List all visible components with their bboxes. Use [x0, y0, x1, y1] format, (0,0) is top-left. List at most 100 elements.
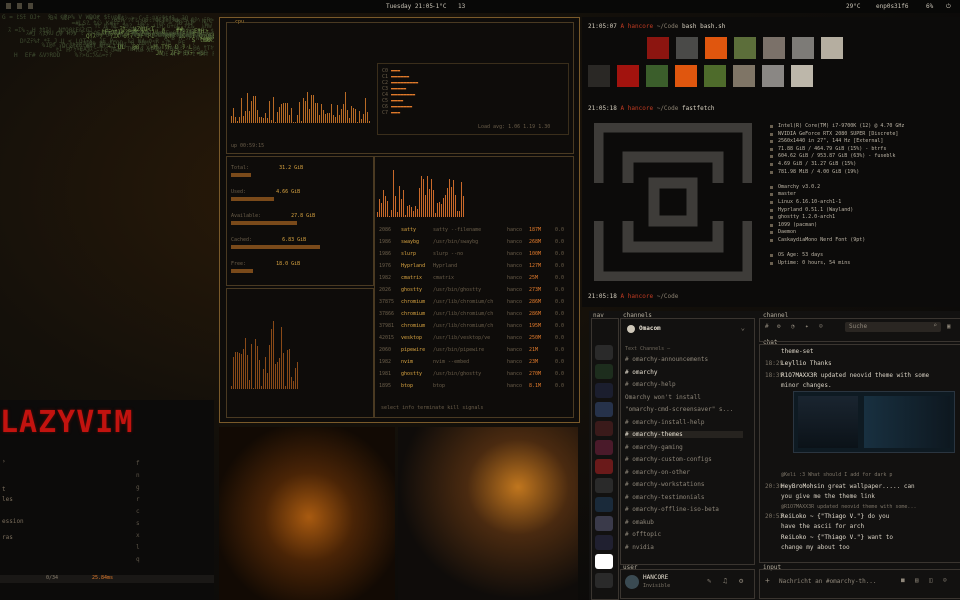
- menu-item[interactable]: les: [2, 496, 13, 506]
- inbox-icon[interactable]: ▣: [947, 323, 951, 330]
- graph-bar: [367, 112, 368, 123]
- server-icon[interactable]: [595, 554, 613, 569]
- channel-item[interactable]: # omarchy-help: [625, 381, 676, 388]
- chat-message[interactable]: minor changes.: [765, 382, 832, 389]
- graph-bar: [241, 98, 242, 123]
- graph-bar: [235, 352, 236, 389]
- members-icon[interactable]: ☺: [819, 323, 823, 330]
- server-icon[interactable]: [595, 421, 613, 436]
- server-icon[interactable]: [595, 364, 613, 379]
- chat-message[interactable]: have the ascii for arch: [765, 523, 864, 530]
- chat-message[interactable]: change my about too: [765, 544, 850, 551]
- gif-icon[interactable]: ▤: [915, 577, 919, 584]
- chat-message[interactable]: 20:30HeyBroMohsin great wallpaper..... c…: [765, 483, 915, 490]
- threads-icon[interactable]: #: [765, 323, 769, 330]
- channel-item[interactable]: # omarchy: [625, 369, 658, 376]
- menu-item[interactable]: t: [2, 486, 6, 496]
- channel-item[interactable]: # omarchy-offline-iso-beta: [625, 506, 719, 513]
- user-panel[interactable]: HANCORE Invisible ✎ ♫ ⚙: [625, 573, 749, 595]
- sticker-icon[interactable]: ◫: [929, 577, 933, 584]
- server-header[interactable]: Omacom ⌄: [625, 324, 749, 336]
- bell-icon[interactable]: ◔: [791, 323, 795, 330]
- matrix-column: A B H ﾂP N GｳW ﾆ ﾍ ｵZ ﾜ ｷ: [164, 35, 214, 42]
- chat-message[interactable]: 18:39R1O7MAXX3R updated neovid theme wit…: [765, 372, 929, 379]
- server-icon[interactable]: [595, 459, 613, 474]
- chevron-down-icon[interactable]: ⌄: [741, 324, 745, 332]
- memory-row: Free: 18.0 GiB: [231, 261, 301, 267]
- channel-item[interactable]: "omarchy-cmd-screensaver" s...: [625, 406, 733, 413]
- channel-item[interactable]: # omarchy-custom-configs: [625, 456, 712, 463]
- search-input[interactable]: Suche ⌕: [845, 322, 941, 332]
- settings-icon[interactable]: ⚙: [777, 323, 781, 330]
- server-icon[interactable]: [595, 516, 613, 531]
- server-icon[interactable]: [595, 402, 613, 417]
- cmatrix-terminal[interactable]: G = ﾋSﾓ OJ+ ﾀ ｽ ﾊR % V WDO* $ﾓ E ｽ =ｴ% H …: [0, 13, 214, 393]
- gift-icon[interactable]: ■: [901, 577, 905, 584]
- channel-item[interactable]: # omakub: [625, 519, 654, 526]
- server-icon[interactable]: [595, 478, 613, 493]
- mute-icon[interactable]: ✎: [707, 577, 711, 585]
- chat-message[interactable]: @Keli :3 What should I add for dark p: [765, 471, 892, 478]
- power-icon[interactable]: ⏻: [946, 3, 951, 11]
- channel-item[interactable]: # offtopic: [625, 531, 661, 538]
- server-icon[interactable]: [595, 383, 613, 398]
- avatar[interactable]: [625, 575, 639, 589]
- discord-client[interactable]: nav channels channel chat input user Oma…: [589, 311, 960, 600]
- channel-item[interactable]: Omarchy won't install: [625, 394, 701, 401]
- chat-message[interactable]: you give me the theme link: [765, 493, 875, 500]
- graph-bar: [273, 97, 274, 123]
- server-icon[interactable]: [595, 535, 613, 550]
- graph-bar: [387, 201, 388, 217]
- fastfetch-key-icon: [770, 193, 773, 197]
- wallpaper-image-tile[interactable]: [219, 427, 395, 600]
- graph-bar: [419, 188, 420, 217]
- headphones-icon[interactable]: ♫: [723, 577, 727, 585]
- channel-item[interactable]: # nvidia: [625, 544, 654, 551]
- emoji-icon[interactable]: ☺: [943, 577, 947, 584]
- channel-item[interactable]: # omarchy-testimonials: [625, 494, 704, 501]
- graph-bar: [427, 176, 428, 217]
- matrix-column: ﾐｶｹOﾍ ｾD ﾎLOD 0 1BMYﾗｴ ﾍｽｶ PF ｱ: [80, 40, 196, 47]
- message-input[interactable]: Nachricht an #omarchy-th...: [779, 578, 877, 585]
- chat-message[interactable]: @R1O7MAXX3R updated neovid theme with so…: [765, 503, 916, 510]
- menu-item[interactable]: ession: [2, 518, 24, 528]
- text-channels-header[interactable]: Text Channels —: [625, 346, 670, 352]
- proc-footer[interactable]: select info terminate kill signals: [381, 405, 483, 411]
- volume-level[interactable]: 6%: [926, 3, 933, 10]
- chat-message[interactable]: ReiLoko ~ {"Thiago V."} want to: [765, 534, 893, 541]
- channel-item[interactable]: # omarchy-workstations: [625, 481, 704, 488]
- workspace-indicators[interactable]: [6, 3, 33, 9]
- btop-window[interactable]: cpu up 00:59:15 C0 ▬▬▬ C1 ▬▬▬▬▬▬ C2 ▬▬▬▬▬▬…: [219, 17, 580, 423]
- network-status[interactable]: enp0s31f6: [876, 3, 909, 10]
- terminal-fastfetch[interactable]: 21:05:07 A hancore ~/Code bash bash.sh 2…: [582, 17, 960, 307]
- server-icon[interactable]: [595, 440, 613, 455]
- matrix-column: ﾋ Q ﾐ ﾈﾋT= <> S Gﾀﾍ ﾃR>LEW: [135, 17, 214, 24]
- pin-icon[interactable]: ✦: [805, 323, 809, 330]
- channel-item[interactable]: # omarchy-gaming: [625, 444, 683, 451]
- clock[interactable]: Tuesday 21:05: [386, 3, 433, 10]
- graph-bar: [335, 117, 336, 123]
- chat-message[interactable]: 20:53ReiLoko ~ {"Thiago V."} do you: [765, 513, 889, 520]
- server-icon[interactable]: [595, 573, 613, 588]
- shared-image-preview[interactable]: [793, 391, 955, 453]
- graph-bar: [323, 110, 324, 123]
- color-swatch: [734, 37, 756, 59]
- graph-bar: [275, 122, 276, 123]
- chat-message[interactable]: 18:29Leyllio Thanks: [765, 360, 832, 367]
- channel-item[interactable]: # omarchy-on-other: [625, 469, 690, 476]
- menu-item[interactable]: ras: [2, 534, 13, 544]
- channel-item[interactable]: # omarchy-themes: [625, 431, 743, 438]
- menu-item[interactable]: ›: [2, 458, 6, 468]
- message-input-area[interactable]: + Nachricht an #omarchy-th... ■ ▤ ◫ ☺: [765, 575, 955, 589]
- wallpaper-image-tile[interactable]: [398, 427, 578, 600]
- chat-message[interactable]: theme-set: [765, 348, 814, 355]
- graph-bar: [317, 103, 318, 123]
- channel-item[interactable]: # omarchy-install-help: [625, 419, 704, 426]
- server-icon[interactable]: [595, 497, 613, 512]
- gear-icon[interactable]: ⚙: [739, 577, 743, 585]
- graph-bar: [313, 95, 314, 123]
- server-icon[interactable]: [595, 345, 613, 360]
- plus-icon[interactable]: +: [765, 576, 770, 585]
- channel-item[interactable]: # omarchy-announcements: [625, 356, 708, 363]
- graph-bar: [307, 92, 308, 123]
